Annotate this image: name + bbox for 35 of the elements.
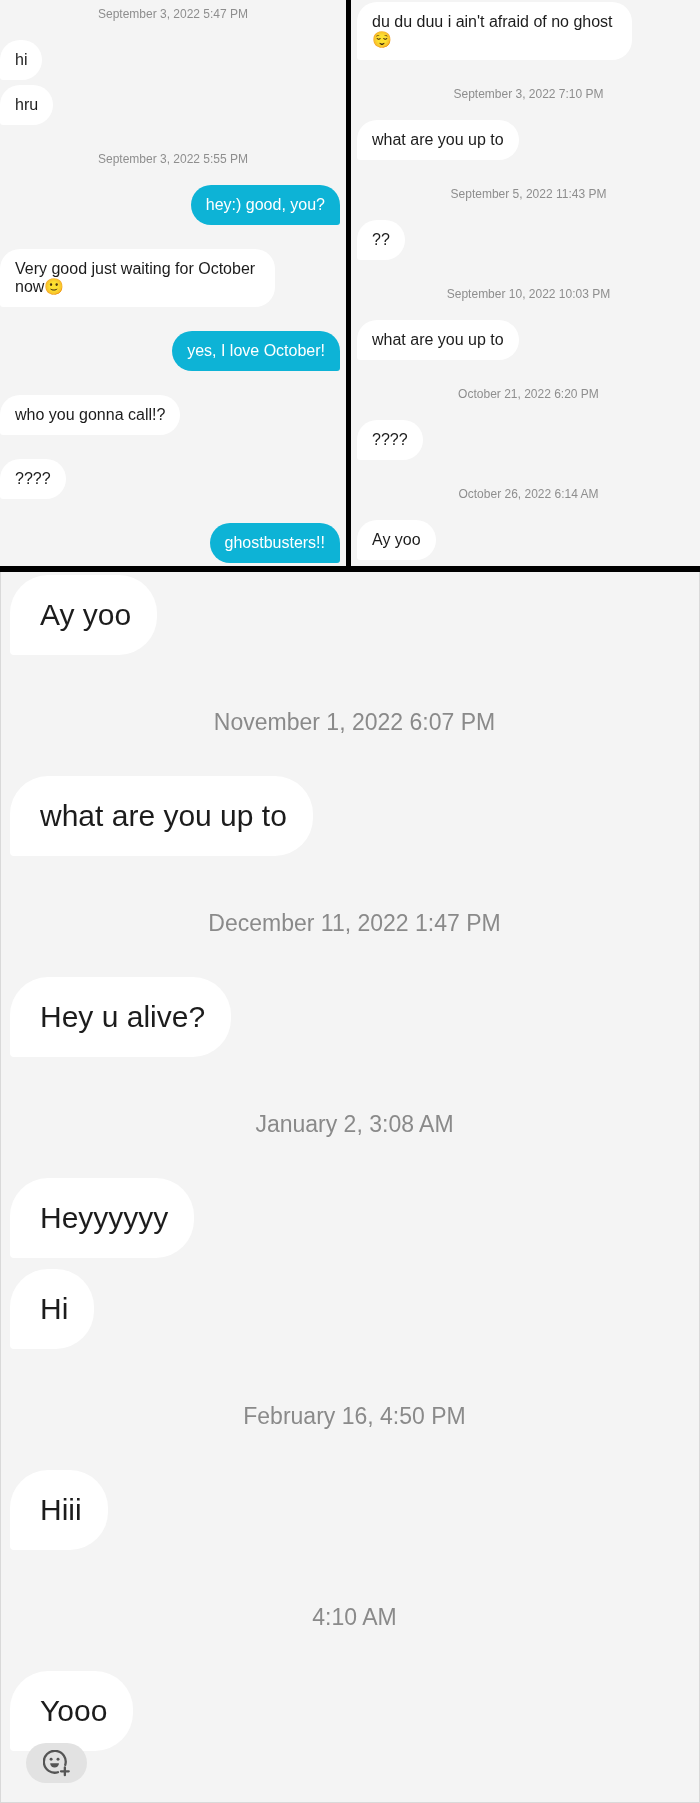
timestamp: January 2, 3:08 AM (254, 1111, 455, 1138)
timestamp: September 5, 2022 11:43 PM (449, 187, 608, 201)
timestamp: November 1, 2022 6:07 PM (212, 709, 497, 736)
received-message-bubble: ???? (0, 459, 66, 499)
timestamp: October 26, 2022 6:14 AM (457, 487, 600, 501)
received-message-bubble: Ay yoo (10, 575, 158, 655)
received-message-bubble: Ay yoo (357, 520, 436, 560)
received-message-bubble: hru (0, 85, 54, 125)
received-message-bubble: what are you up to (10, 776, 313, 856)
sent-message-bubble: yes, I love October! (172, 331, 340, 371)
timestamp: December 11, 2022 1:47 PM (207, 910, 502, 937)
received-message-bubble: Yooo (10, 1671, 134, 1751)
timestamp: September 3, 2022 5:55 PM (96, 152, 250, 166)
timestamp: October 21, 2022 6:20 PM (457, 387, 600, 401)
received-message-bubble: Hi (10, 1269, 95, 1349)
received-message-bubble: what are you up to (357, 320, 519, 360)
received-message-bubble: what are you up to (357, 120, 519, 160)
received-message-bubble: ?? (357, 220, 405, 260)
received-message-bubble: du du duu i ain't afraid of no ghost 😌 (357, 2, 632, 60)
received-message-bubble: hi (0, 40, 43, 80)
sent-message-bubble: hey:) good, you? (190, 185, 340, 225)
timestamp: February 16, 4:50 PM (242, 1403, 467, 1430)
received-message-bubble: Hiii (10, 1470, 108, 1550)
received-message-bubble: Hey u alive? (10, 977, 232, 1057)
received-message-bubble: Heyyyyyy (10, 1178, 195, 1258)
timestamp: September 10, 2022 10:03 PM (445, 287, 612, 301)
received-message-bubble: Very good just waiting for October now🙂 (0, 249, 275, 307)
received-message-bubble: who you gonna call!? (0, 395, 181, 435)
timestamp: 4:10 AM (311, 1604, 398, 1631)
sent-message-bubble: ghostbusters!! (209, 523, 340, 563)
timestamp: September 3, 2022 5:47 PM (96, 7, 250, 21)
smiley-plus-icon (43, 1749, 70, 1777)
timestamp: September 3, 2022 7:10 PM (452, 87, 605, 101)
add-reaction-button[interactable] (26, 1743, 87, 1783)
received-message-bubble: ???? (357, 420, 423, 460)
